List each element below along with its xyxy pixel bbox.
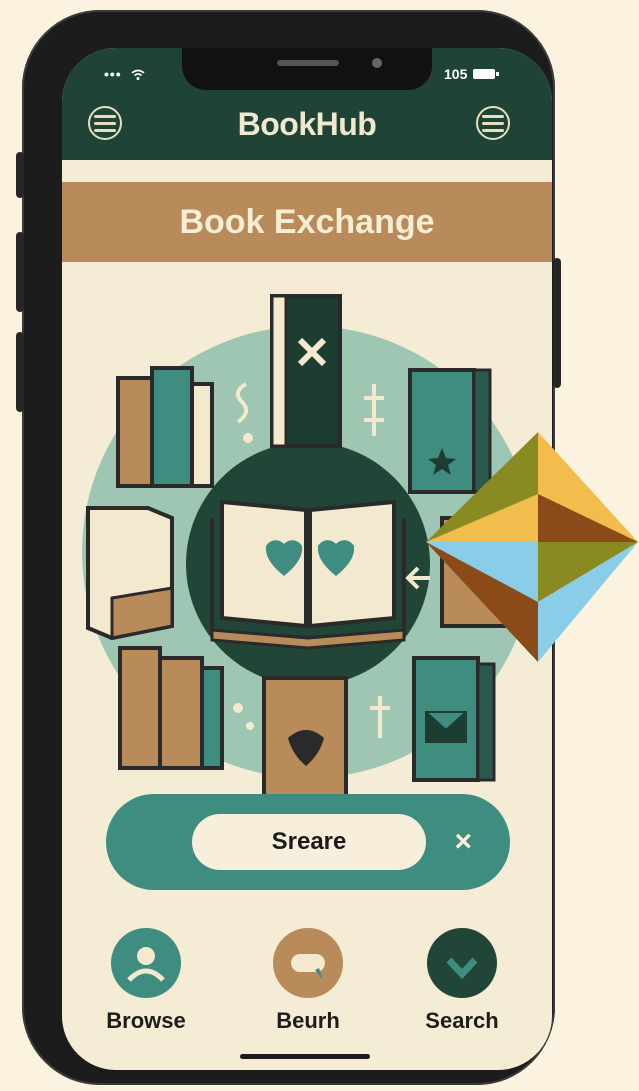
dot-decoration bbox=[233, 703, 243, 713]
close-icon[interactable]: × bbox=[454, 822, 472, 862]
book-stack-bottom-left bbox=[158, 656, 204, 770]
book-bottom-right bbox=[412, 656, 480, 782]
wifi-icon bbox=[131, 70, 145, 81]
nav-label-browse: Browse bbox=[106, 1008, 186, 1033]
phone-notch bbox=[182, 48, 432, 90]
camera-lens bbox=[372, 58, 382, 68]
menu-icon-line bbox=[482, 114, 504, 118]
user-glyph bbox=[127, 947, 165, 982]
nav-search[interactable]: Search bbox=[402, 928, 522, 1034]
check-icon bbox=[427, 928, 497, 998]
user-icon bbox=[111, 928, 181, 998]
dot-decoration bbox=[246, 722, 254, 730]
battery-icon bbox=[473, 69, 500, 79]
menu-icon-line bbox=[482, 121, 504, 125]
signal-dots: ••• bbox=[104, 66, 122, 82]
home-indicator bbox=[240, 1054, 370, 1059]
book-stack-bottom-left bbox=[118, 646, 162, 770]
nav-browse[interactable]: Browse bbox=[86, 928, 206, 1034]
nav-beurh[interactable]: Beurh bbox=[248, 928, 368, 1034]
status-time: 105 bbox=[444, 66, 468, 82]
signal-indicator: ••• bbox=[104, 66, 145, 82]
book-top-center-spine bbox=[270, 294, 288, 448]
check-glyph bbox=[446, 957, 478, 980]
right-menu-button[interactable] bbox=[476, 106, 510, 140]
page-banner: Book Exchange bbox=[62, 182, 552, 262]
side-button bbox=[16, 232, 24, 312]
book-bottom-right-spine bbox=[476, 662, 496, 782]
status-right: 105 bbox=[444, 66, 500, 82]
chat-icon bbox=[273, 928, 343, 998]
side-button bbox=[553, 258, 561, 388]
side-button bbox=[16, 152, 24, 198]
book-stack-bottom-left bbox=[200, 666, 224, 770]
side-button bbox=[16, 332, 24, 412]
dot-decoration bbox=[243, 433, 253, 443]
nav-label-search: Search bbox=[425, 1008, 499, 1033]
nav-label-beurh: Beurh bbox=[276, 1008, 340, 1033]
speaker-grille bbox=[277, 60, 339, 66]
diamond-badge-icon bbox=[426, 432, 638, 662]
book-stack-top-left bbox=[190, 382, 214, 488]
book-stack-top-left bbox=[150, 366, 194, 488]
book-stack-top-left bbox=[116, 376, 154, 488]
chat-glyph bbox=[291, 954, 325, 980]
exchange-action-button[interactable]: Sreare bbox=[192, 814, 426, 870]
exchange-action-bar: Sreare × bbox=[106, 794, 510, 890]
menu-icon-line bbox=[482, 128, 504, 132]
